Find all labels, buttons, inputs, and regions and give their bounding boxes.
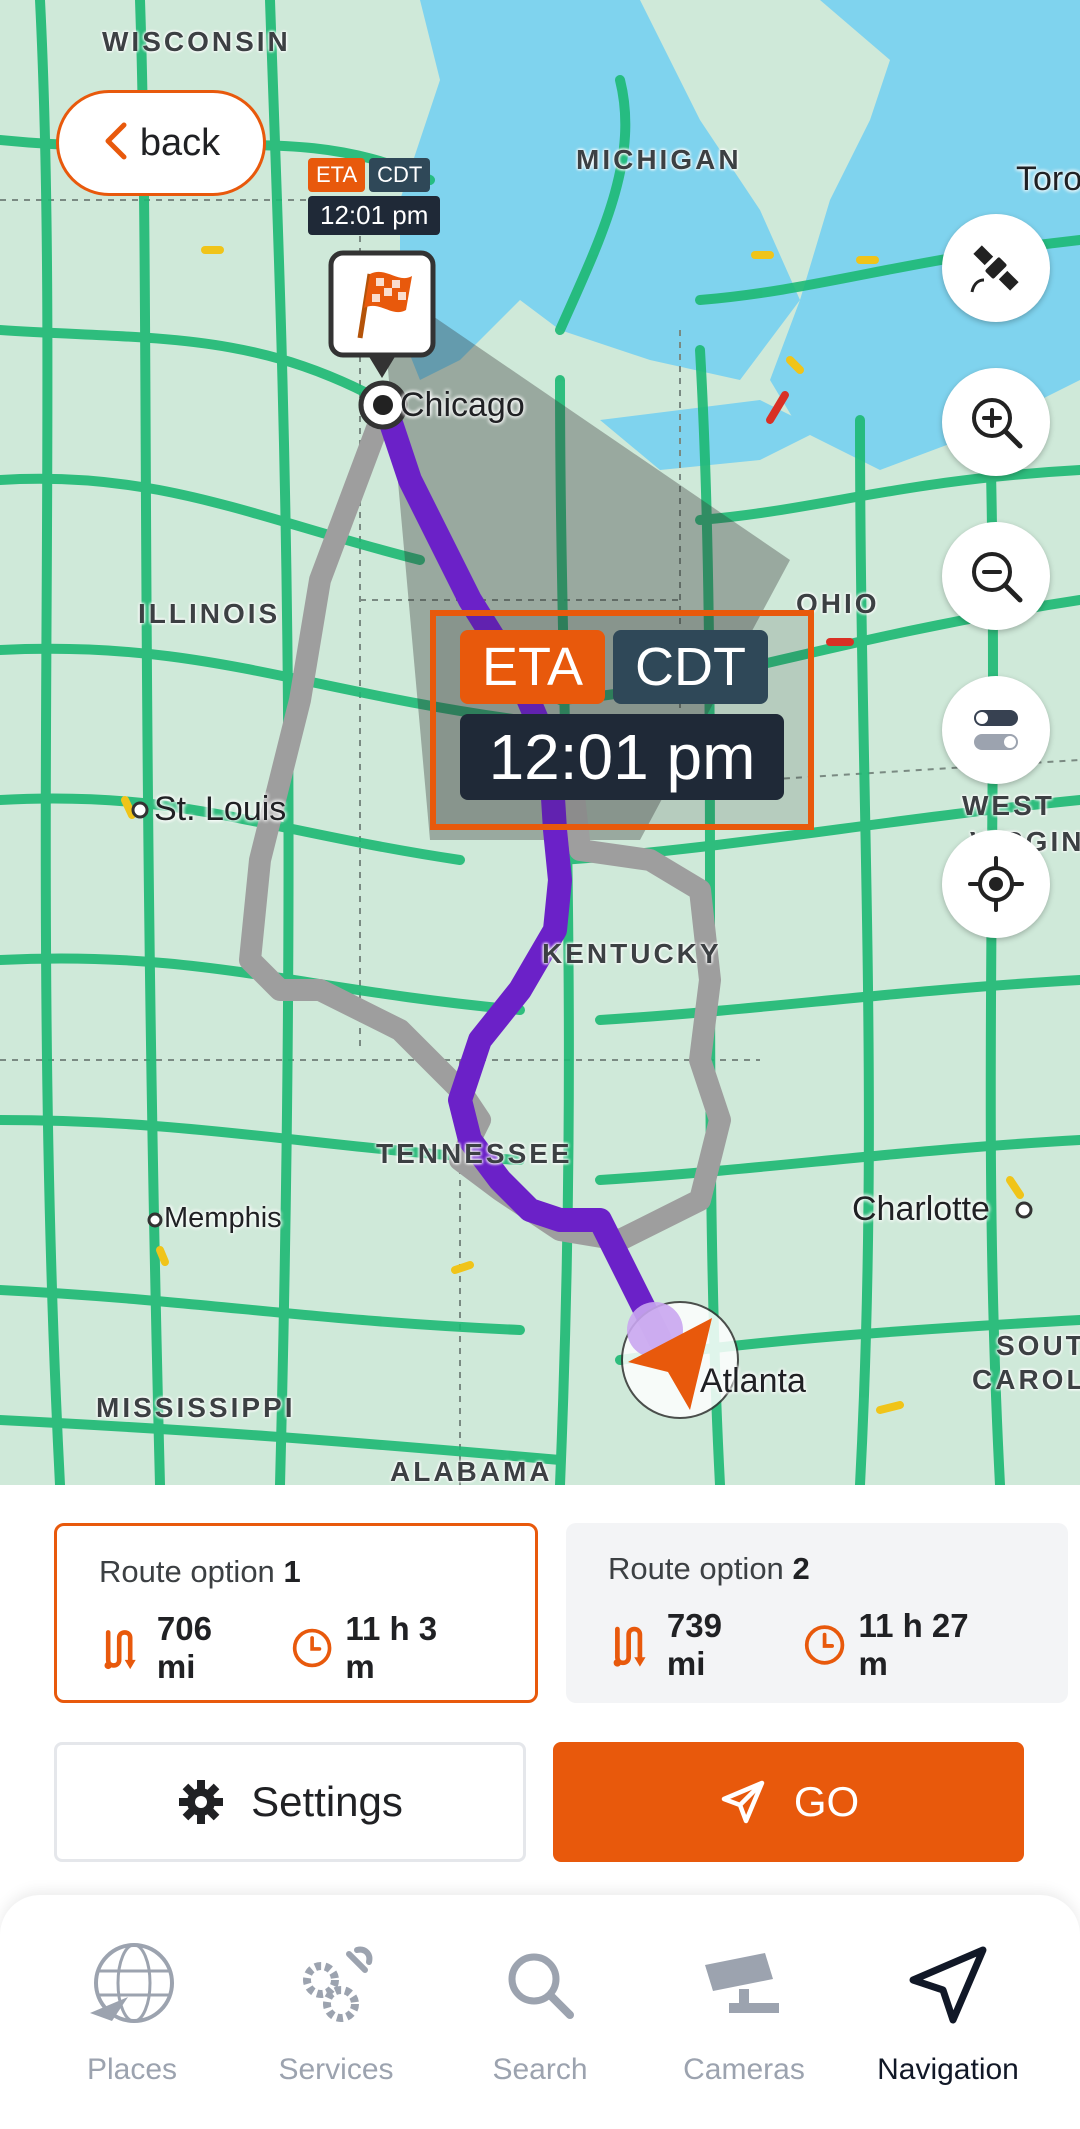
route-distance: 739 mi — [666, 1607, 722, 1682]
nav-label: Search — [492, 2053, 588, 2086]
destination-flag-marker[interactable] — [328, 250, 436, 378]
region-label-south: SOUTH — [996, 1330, 1080, 1361]
eta-time: 12:01 pm — [460, 714, 784, 800]
checkered-flag-icon — [328, 250, 436, 378]
nav-item-navigation[interactable]: Navigation — [848, 1925, 1048, 2087]
route-option-title: Route option 2 — [608, 1551, 1026, 1587]
tz-tag-small: CDT — [369, 158, 431, 192]
city-label-charlotte: Charlotte — [852, 1190, 990, 1228]
nav-label: Navigation — [877, 2053, 1019, 2086]
send-arrow-icon — [721, 1780, 765, 1824]
bottom-navigation-bar: Places Services Search Cameras Navigatio… — [0, 1895, 1080, 2129]
nav-label: Cameras — [683, 2053, 805, 2086]
locate-icon — [968, 856, 1024, 912]
route-option-2-card[interactable]: Route option 2 739 mi 11 h 27 m — [566, 1523, 1068, 1703]
nav-item-search[interactable]: Search — [440, 1925, 640, 2087]
route-option-title: Route option 1 — [99, 1554, 493, 1590]
chevron-left-icon — [102, 121, 128, 166]
destination-eta-tag: ETA CDT 12:01 pm — [308, 158, 441, 235]
route-duration: 11 h 27 m — [858, 1607, 969, 1682]
gear-icon — [179, 1780, 224, 1824]
route-option-1-card[interactable]: Route option 1 706 mi 11 h 3 m — [54, 1523, 538, 1703]
nav-item-places[interactable]: Places — [32, 1925, 232, 2087]
map-view[interactable]: WISCONSIN MICHIGAN ILLINOIS OHIO KENTUCK… — [0, 0, 1080, 1485]
region-label-kentucky: KENTUCKY — [542, 938, 722, 969]
route-option-number: 2 — [792, 1551, 810, 1586]
zoom-out-button[interactable] — [942, 522, 1050, 630]
region-label-wisconsin: WISCONSIN — [102, 26, 291, 57]
region-label-tennessee: TENNESSEE — [376, 1138, 573, 1169]
route-option-number: 1 — [283, 1554, 301, 1589]
nav-label: Places — [86, 2053, 178, 2086]
nav-item-services[interactable]: Services — [236, 1925, 436, 2087]
city-label-atlanta: Atlanta — [700, 1362, 806, 1400]
route-option-label: Route option — [608, 1551, 784, 1586]
zoom-in-button[interactable] — [942, 368, 1050, 476]
layers-toggle-button[interactable] — [942, 676, 1050, 784]
region-label-carolina: CAROLINA — [972, 1364, 1080, 1395]
region-label-west: WEST — [962, 790, 1055, 821]
route-distance-icon — [613, 1626, 646, 1667]
settings-button[interactable]: Settings — [54, 1742, 526, 1862]
clock-icon — [805, 1625, 845, 1665]
nav-item-cameras[interactable]: Cameras — [644, 1925, 844, 2087]
eta-tag: ETA — [460, 630, 606, 704]
route-distance: 706 mi — [156, 1610, 212, 1685]
back-label: back — [139, 121, 221, 164]
region-label-alabama: ALABAMA — [390, 1456, 553, 1485]
city-label-chicago: Chicago — [400, 386, 525, 424]
region-label-mississippi: MISSISSIPPI — [96, 1392, 296, 1423]
zoom-out-icon — [972, 552, 1023, 603]
zoom-in-icon — [972, 398, 1023, 449]
route-duration: 11 h 3 m — [345, 1610, 438, 1685]
region-label-illinois: ILLINOIS — [138, 598, 281, 629]
satellite-button[interactable] — [942, 214, 1050, 322]
eta-time-small: 12:01 pm — [308, 196, 441, 235]
gears-wrench-icon — [303, 1946, 373, 2022]
route-eta-callout: ETA CDT 12:01 pm — [430, 610, 814, 830]
toggle-icon — [974, 710, 1018, 750]
city-label-toronto: Toronto — [1016, 160, 1080, 198]
my-location-button[interactable] — [942, 830, 1050, 938]
go-label: GO — [793, 1778, 860, 1825]
navigation-arrow-icon — [909, 1946, 987, 2024]
tz-tag: CDT — [613, 630, 768, 704]
search-icon — [508, 1953, 574, 2019]
route-distance-icon — [104, 1630, 136, 1670]
clock-icon — [293, 1628, 332, 1668]
nav-label: Services — [278, 2053, 394, 2086]
city-label-memphis: Memphis — [164, 1202, 282, 1234]
globe-plane-icon — [90, 1943, 174, 2023]
eta-tag-small: ETA — [308, 158, 366, 192]
back-button[interactable]: back — [56, 90, 266, 196]
region-label-michigan: MICHIGAN — [576, 144, 742, 175]
route-option-label: Route option — [99, 1554, 275, 1589]
camera-icon — [705, 1953, 779, 2013]
satellite-icon — [970, 245, 1019, 293]
settings-label: Settings — [251, 1778, 403, 1825]
city-label-st-louis: St. Louis — [154, 790, 287, 828]
go-button[interactable]: GO — [553, 1742, 1024, 1862]
